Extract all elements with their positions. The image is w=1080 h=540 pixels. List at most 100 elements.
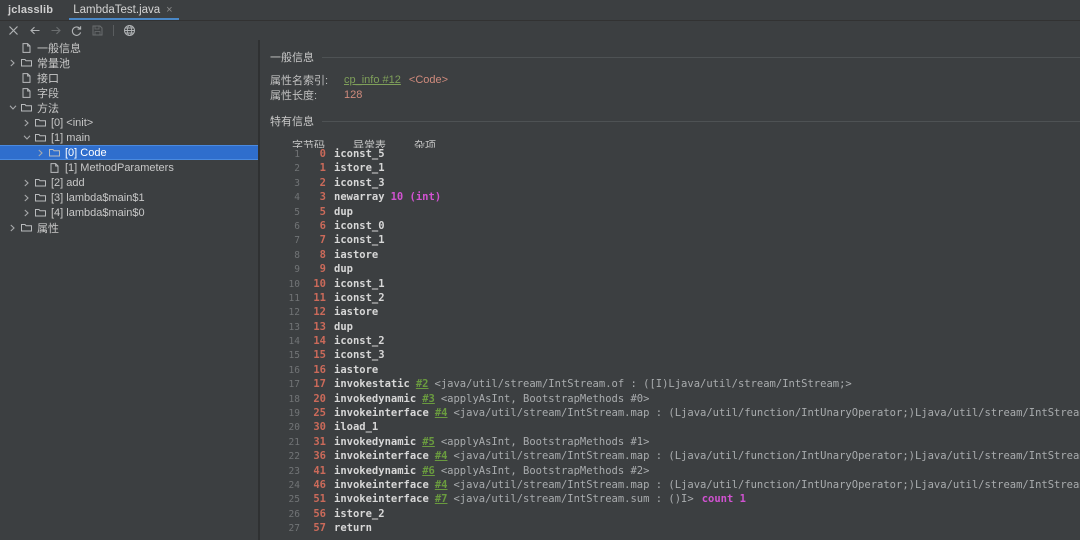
constant-pool-ref-link[interactable]: #3 — [416, 393, 435, 405]
toolbar-separator — [113, 25, 114, 36]
back-arrow-icon[interactable] — [24, 22, 45, 39]
bytecode-row[interactable]: 2551invokeinterface#7<java/util/stream/I… — [278, 493, 1080, 507]
bytecode-offset: 13 — [300, 321, 326, 333]
chevron-right-icon[interactable] — [34, 149, 47, 157]
tree-item-1[interactable]: 常量池 — [0, 55, 258, 70]
attribute-name-value: <Code> — [409, 74, 448, 86]
globe-icon[interactable] — [119, 22, 140, 39]
bytecode-mnemonic: iastore — [326, 306, 378, 318]
constant-pool-ref-link[interactable]: #6 — [416, 465, 435, 477]
constant-pool-ref-link[interactable]: #4 — [429, 479, 448, 491]
constant-pool-ref-link[interactable]: #4 — [429, 407, 448, 419]
bytecode-descriptor: <applyAsInt, BootstrapMethods #0> — [435, 393, 650, 405]
line-number: 23 — [278, 466, 300, 477]
bytecode-mnemonic: dup — [326, 206, 353, 218]
tree-item-5[interactable]: [0] <init> — [0, 115, 258, 130]
bytecode-row[interactable]: 66iconst_0 — [278, 220, 1080, 234]
bytecode-row[interactable]: 1111iconst_2 — [278, 292, 1080, 306]
bytecode-row[interactable]: 55dup — [278, 206, 1080, 220]
bytecode-row[interactable]: 2030iload_1 — [278, 421, 1080, 435]
bytecode-mnemonic: iconst_0 — [326, 220, 385, 232]
bytecode-mnemonic: dup — [326, 263, 353, 275]
chevron-down-icon[interactable] — [6, 104, 19, 111]
bytecode-offset: 20 — [300, 393, 326, 405]
bytecode-row[interactable]: 10iconst_5 — [278, 148, 1080, 162]
bytecode-row[interactable]: 2446invokeinterface#4<java/util/stream/I… — [278, 479, 1080, 493]
line-number: 15 — [278, 350, 300, 361]
bytecode-row[interactable]: 1313dup — [278, 321, 1080, 335]
folder-icon — [19, 223, 34, 232]
chevron-right-icon[interactable] — [6, 224, 19, 232]
bytecode-row[interactable]: 2236invokeinterface#4<java/util/stream/I… — [278, 450, 1080, 464]
tab-lambdatest-java[interactable]: LambdaTest.java × — [65, 4, 180, 20]
bytecode-row[interactable]: 43newarray10 (int) — [278, 191, 1080, 205]
tree-item-7[interactable]: [0] Code — [0, 145, 258, 160]
bytecode-row[interactable]: 1414iconst_2 — [278, 335, 1080, 349]
constant-pool-ref-link[interactable]: #7 — [429, 493, 448, 505]
forward-arrow-icon — [45, 22, 66, 39]
constant-pool-ref-link[interactable]: #2 — [410, 378, 429, 390]
tree-item-11[interactable]: [4] lambda$main$0 — [0, 205, 258, 220]
bytecode-row[interactable]: 2341invokedynamic#6<applyAsInt, Bootstra… — [278, 465, 1080, 479]
bytecode-row[interactable]: 1515iconst_3 — [278, 349, 1080, 363]
class-structure-tree[interactable]: 一般信息常量池接口字段方法[0] <init>[1] main[0] Code[… — [0, 40, 258, 540]
bytecode-offset: 0 — [300, 148, 326, 160]
tree-item-3[interactable]: 字段 — [0, 85, 258, 100]
constant-pool-ref-link[interactable]: #4 — [429, 450, 448, 462]
line-number: 1 — [278, 149, 300, 160]
cp-info-link[interactable]: cp_info #12 — [344, 74, 401, 86]
bytecode-row[interactable]: 1212iastore — [278, 306, 1080, 320]
constant-pool-ref-link[interactable]: #5 — [416, 436, 435, 448]
bytecode-row[interactable]: 21istore_1 — [278, 162, 1080, 176]
bytecode-row[interactable]: 99dup — [278, 263, 1080, 277]
bytecode-row[interactable]: 2757return — [278, 522, 1080, 536]
bytecode-row[interactable]: 1010iconst_1 — [278, 278, 1080, 292]
bytecode-mnemonic: iconst_3 — [326, 349, 385, 361]
bytecode-row[interactable]: 32iconst_3 — [278, 177, 1080, 191]
bytecode-row[interactable]: 77iconst_1 — [278, 234, 1080, 248]
bytecode-mnemonic: invokestatic — [326, 378, 410, 390]
close-icon[interactable] — [3, 22, 24, 39]
bytecode-row[interactable]: 1616iastore — [278, 364, 1080, 378]
line-number: 10 — [278, 279, 300, 290]
tab-bar: jclasslib LambdaTest.java × — [0, 0, 1080, 21]
bytecode-mnemonic: iconst_5 — [326, 148, 385, 160]
bytecode-row[interactable]: 1717invokestatic#2<java/util/stream/IntS… — [278, 378, 1080, 392]
folder-icon — [33, 193, 48, 202]
bytecode-immediate: 10 (int) — [385, 191, 442, 203]
bytecode-row[interactable]: 2131invokedynamic#5<applyAsInt, Bootstra… — [278, 436, 1080, 450]
attribute-length-row: 属性长度: 128 — [270, 87, 1080, 102]
folder-icon — [33, 208, 48, 217]
tree-item-4[interactable]: 方法 — [0, 100, 258, 115]
bytecode-row[interactable]: 1925invokeinterface#4<java/util/stream/I… — [278, 407, 1080, 421]
chevron-right-icon[interactable] — [20, 179, 33, 187]
tree-item-12[interactable]: 属性 — [0, 220, 258, 235]
bytecode-offset: 5 — [300, 206, 326, 218]
tree-item-2[interactable]: 接口 — [0, 70, 258, 85]
tree-item-label: [0] Code — [62, 147, 107, 159]
tree-item-9[interactable]: [2] add — [0, 175, 258, 190]
chevron-down-icon[interactable] — [20, 134, 33, 141]
bytecode-mnemonic: newarray — [326, 191, 385, 203]
bytecode-offset: 31 — [300, 436, 326, 448]
chevron-right-icon[interactable] — [20, 194, 33, 202]
bytecode-mnemonic: invokedynamic — [326, 465, 416, 477]
chevron-right-icon[interactable] — [6, 59, 19, 67]
bytecode-row[interactable]: 88iastore — [278, 249, 1080, 263]
bytecode-row[interactable]: 1820invokedynamic#3<applyAsInt, Bootstra… — [278, 393, 1080, 407]
reload-icon[interactable] — [66, 22, 87, 39]
tree-item-0[interactable]: 一般信息 — [0, 40, 258, 55]
file-icon — [19, 88, 34, 98]
close-icon[interactable]: × — [166, 5, 172, 16]
tree-item-8[interactable]: [1] MethodParameters — [0, 160, 258, 175]
specific-info-label: 特有信息 — [270, 113, 314, 129]
bytecode-descriptor: <java/util/stream/IntStream.map : (Ljava… — [447, 479, 1080, 491]
line-number: 20 — [278, 422, 300, 433]
chevron-right-icon[interactable] — [20, 209, 33, 217]
bytecode-listing[interactable]: 10iconst_521istore_132iconst_343newarray… — [278, 148, 1080, 540]
tree-item-10[interactable]: [3] lambda$main$1 — [0, 190, 258, 205]
tree-item-label: 常量池 — [34, 55, 70, 71]
chevron-right-icon[interactable] — [20, 119, 33, 127]
bytecode-row[interactable]: 2656istore_2 — [278, 508, 1080, 522]
tree-item-6[interactable]: [1] main — [0, 130, 258, 145]
